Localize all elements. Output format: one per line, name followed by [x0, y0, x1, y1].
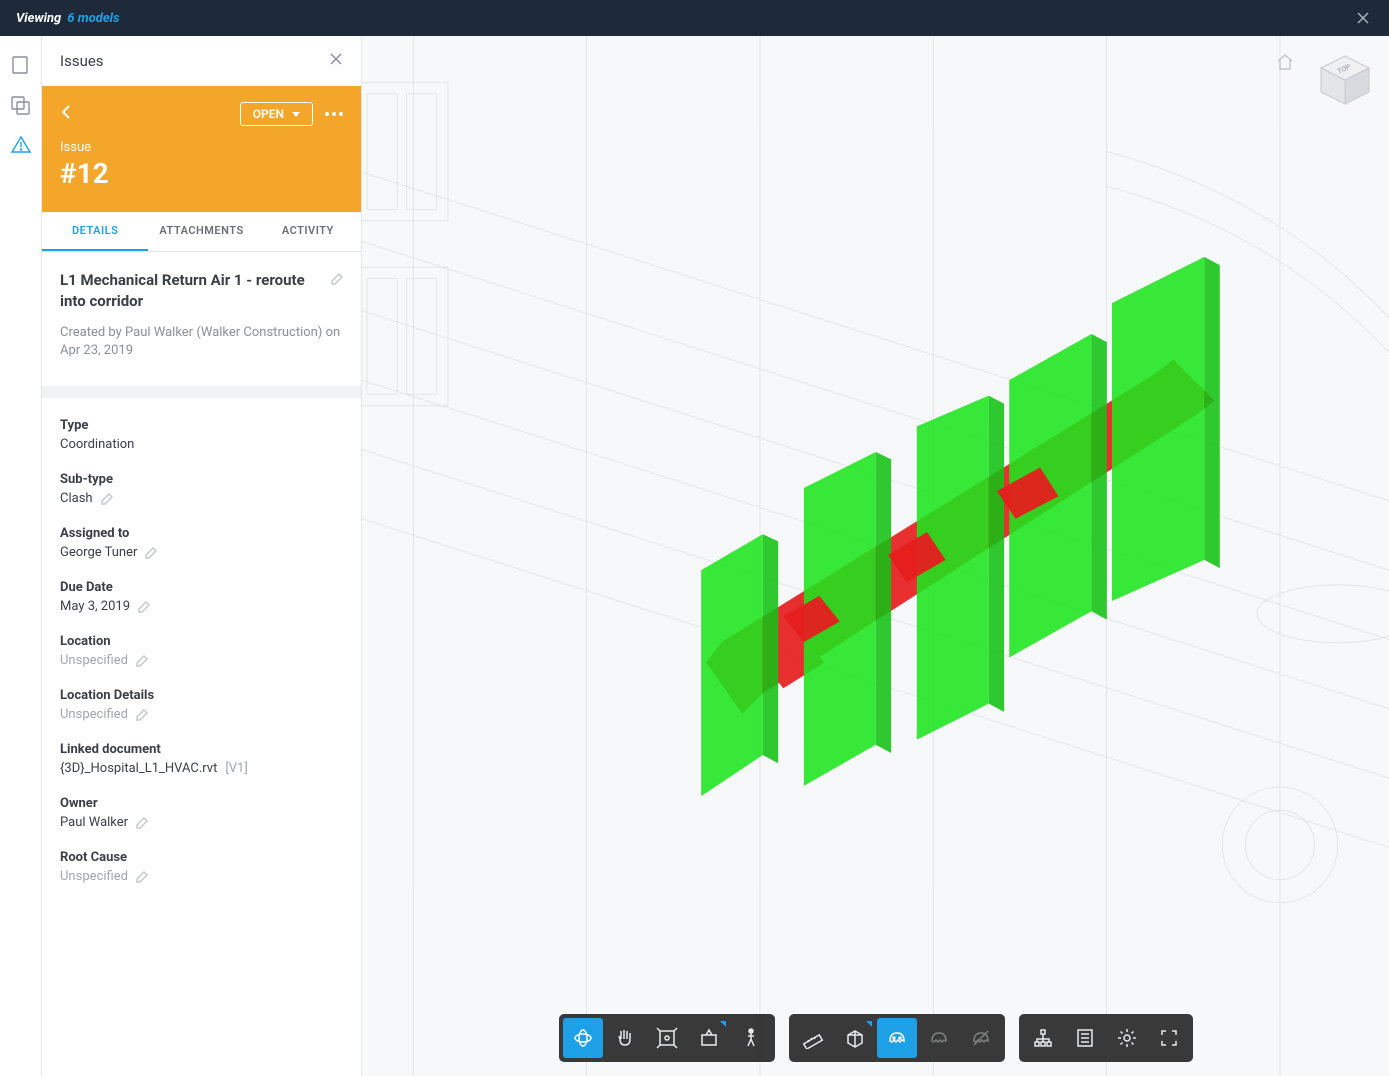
issue-number: #12: [60, 157, 343, 190]
edit-subtype-button[interactable]: [101, 493, 113, 505]
top-bar: Viewing 6 models: [0, 0, 1389, 36]
field-linked-version: [V1]: [225, 761, 247, 776]
status-dropdown[interactable]: OPEN: [240, 102, 313, 126]
field-due-value: May 3, 2019: [60, 599, 130, 614]
edit-owner-button[interactable]: [136, 817, 148, 829]
viewcube[interactable]: TOP: [1315, 50, 1375, 110]
rail-issues-icon[interactable]: [10, 134, 32, 156]
issue-header: OPEN Issue #12: [42, 86, 361, 212]
tab-activity[interactable]: ACTIVITY: [255, 212, 361, 251]
panel-header: Issues: [42, 36, 361, 86]
field-assigned-value: George Tuner: [60, 545, 137, 560]
edit-assigned-button[interactable]: [145, 547, 157, 559]
field-subtype-label: Sub-type: [60, 472, 343, 487]
field-rootcause-value: Unspecified: [60, 869, 128, 884]
field-linked-label: Linked document: [60, 742, 343, 757]
rail-sheet-icon[interactable]: [10, 54, 32, 76]
viewing-label: Viewing: [16, 11, 61, 26]
created-by: Created by Paul Walker (Walker Construct…: [60, 324, 343, 360]
viewer-toolbar: [362, 1014, 1389, 1062]
toolgroup-tools: [789, 1014, 1005, 1062]
ghost-button[interactable]: [877, 1018, 917, 1058]
issue-type-label: Issue: [60, 140, 343, 155]
tab-attachments[interactable]: ATTACHMENTS: [148, 212, 254, 251]
home-icon[interactable]: [1275, 52, 1295, 72]
walk-button[interactable]: [731, 1018, 771, 1058]
settings-button[interactable]: [1107, 1018, 1147, 1058]
field-locdetails-label: Location Details: [60, 688, 343, 703]
model-count[interactable]: 6 models: [67, 11, 119, 26]
model-browser-button[interactable]: [1023, 1018, 1063, 1058]
field-due-label: Due Date: [60, 580, 343, 595]
ghost-hidden-button[interactable]: [919, 1018, 959, 1058]
clash-model: [619, 98, 1235, 878]
pan-button[interactable]: [605, 1018, 645, 1058]
back-button[interactable]: [60, 104, 74, 124]
field-rootcause-label: Root Cause: [60, 850, 343, 865]
toolgroup-settings: [1019, 1014, 1193, 1062]
toolgroup-nav: [559, 1014, 775, 1062]
rail-layers-icon[interactable]: [10, 94, 32, 116]
measure-button[interactable]: [793, 1018, 833, 1058]
section-button[interactable]: [835, 1018, 875, 1058]
issue-title: L1 Mechanical Return Air 1 - reroute int…: [60, 270, 331, 312]
field-type-label: Type: [60, 418, 343, 433]
more-menu-button[interactable]: [325, 112, 343, 116]
camera-button[interactable]: [689, 1018, 729, 1058]
field-locdetails-value: Unspecified: [60, 707, 128, 722]
panel-tabs: DETAILS ATTACHMENTS ACTIVITY: [42, 212, 361, 252]
viewport-3d[interactable]: TOP: [362, 36, 1389, 1076]
edit-location-button[interactable]: [136, 655, 148, 667]
field-owner-label: Owner: [60, 796, 343, 811]
field-type-value: Coordination: [60, 437, 343, 452]
field-location-value: Unspecified: [60, 653, 128, 668]
field-location-label: Location: [60, 634, 343, 649]
edit-due-button[interactable]: [138, 601, 150, 613]
issues-panel: Issues OPEN Issue #12 DETAILS ATTACHMENT…: [42, 36, 362, 1076]
close-viewer-button[interactable]: [1353, 8, 1373, 28]
edit-rootcause-button[interactable]: [136, 871, 148, 883]
panel-title: Issues: [60, 52, 104, 70]
zoom-button[interactable]: [647, 1018, 687, 1058]
field-subtype-value: Clash: [60, 491, 93, 506]
field-linked-value[interactable]: {3D}_Hospital_L1_HVAC.rvt: [60, 761, 217, 776]
orbit-button[interactable]: [563, 1018, 603, 1058]
field-owner-value: Paul Walker: [60, 815, 128, 830]
close-panel-button[interactable]: [329, 52, 343, 70]
left-rail: [0, 36, 42, 1076]
fullscreen-button[interactable]: [1149, 1018, 1189, 1058]
status-label: OPEN: [253, 107, 284, 121]
properties-button[interactable]: [1065, 1018, 1105, 1058]
edit-locdetails-button[interactable]: [136, 709, 148, 721]
tab-details[interactable]: DETAILS: [42, 212, 148, 251]
edit-title-button[interactable]: [331, 270, 343, 282]
ghost-off-button[interactable]: [961, 1018, 1001, 1058]
field-assigned-label: Assigned to: [60, 526, 343, 541]
details-scroll[interactable]: L1 Mechanical Return Air 1 - reroute int…: [42, 252, 361, 1076]
separator: [42, 386, 361, 398]
